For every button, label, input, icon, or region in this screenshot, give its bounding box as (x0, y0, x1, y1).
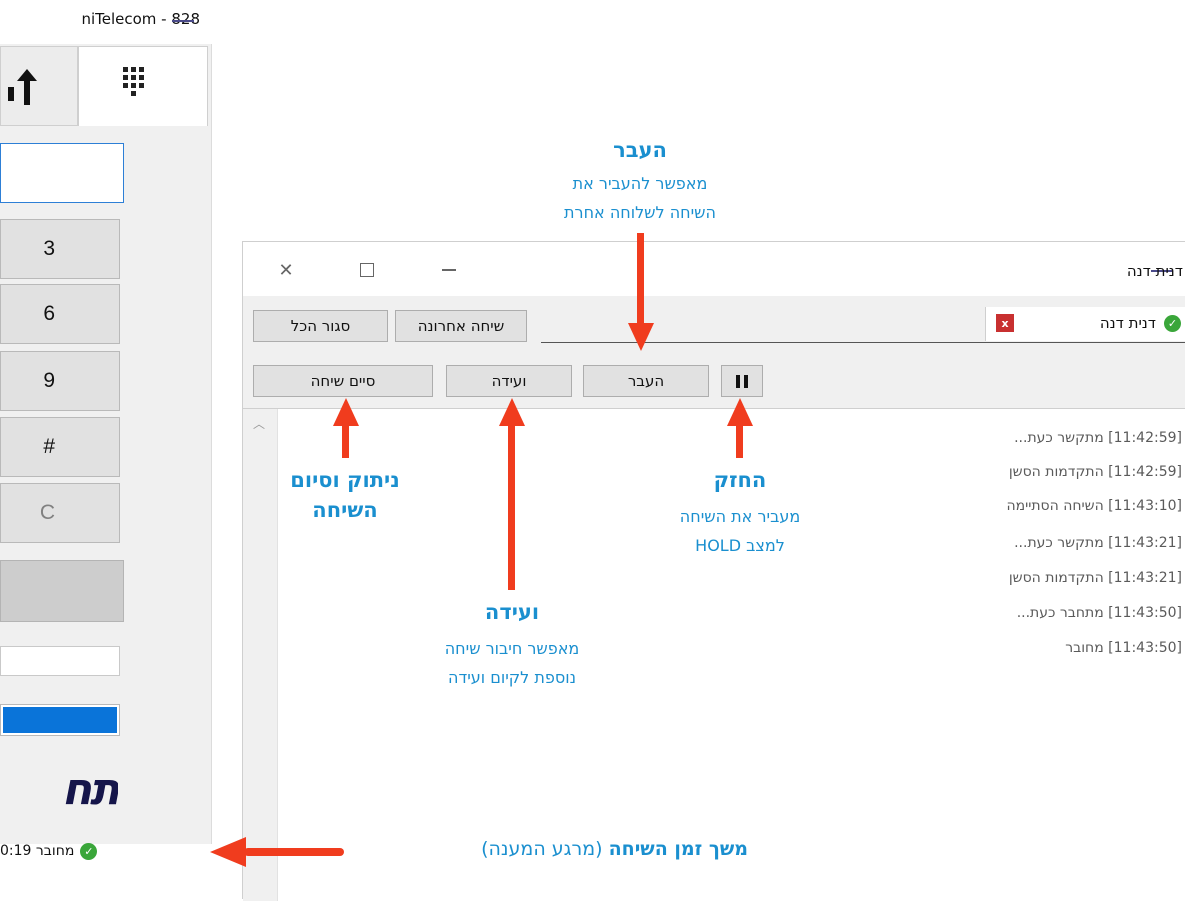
transfer-arrow-head (628, 323, 654, 351)
transfer-arrows-icon (8, 69, 37, 105)
hold-arrow (736, 424, 743, 458)
close-all-button[interactable]: סגור הכל (253, 310, 388, 342)
brand-logo: תח (61, 765, 118, 815)
transfer-note-line1: מאפשר להעביר את (572, 174, 708, 193)
duration-arrow-head (210, 837, 246, 867)
conference-note-title: ועידה (484, 600, 540, 624)
close-icon[interactable]: ✕ (263, 252, 309, 288)
volume-fill (3, 707, 117, 733)
hold-note-line2: למצב HOLD (695, 536, 785, 555)
scroll-up-icon[interactable]: ︿ (253, 415, 265, 432)
softphone-panel: niTelecom - 828 3 6 9 # C תח ✓ מחובר 0:1… (0, 0, 212, 899)
end-call-button[interactable]: סיים שיחה (253, 365, 433, 397)
duration-arrow (244, 848, 344, 856)
hangup-arrow-head (333, 398, 359, 426)
window-title: דנית דנה (1126, 262, 1183, 280)
transfer-arrow (637, 233, 644, 325)
log-entry: [11:43:50] מתחבר כעת... (1016, 605, 1182, 621)
hangup-note-line2: השיחה (312, 498, 378, 522)
secondary-input[interactable] (0, 646, 120, 676)
minimize-icon[interactable] (172, 20, 194, 22)
hold-note-line1: מעביר את השיחה (679, 507, 801, 526)
connection-status: ✓ מחובר 0:19 (0, 837, 205, 865)
caller-tab[interactable]: x דנית דנה ✓ (985, 307, 1185, 341)
conference-note-line2: נוספת לקיום ועידה (448, 668, 576, 687)
pause-icon (722, 366, 762, 396)
hold-arrow-head (727, 398, 753, 426)
minimize-window-icon[interactable] (426, 252, 472, 288)
key-3[interactable]: 3 (0, 219, 120, 279)
conference-arrow-head (499, 398, 525, 426)
duration-note-normal: (מרגע המענה) (481, 838, 603, 860)
log-entry: [11:42:59] התקדמות הסשן (1008, 464, 1182, 480)
volume-bar[interactable] (0, 704, 120, 736)
connection-status-text: מחובר 0:19 (0, 843, 75, 859)
log-entry: [11:43:50] מחובר (1065, 640, 1182, 656)
maximize-icon[interactable] (344, 252, 390, 288)
softphone-title: niTelecom - 828 (81, 10, 200, 28)
duration-note: משך זמן השיחה (מרגע המענה) (348, 838, 748, 860)
tab-keypad[interactable] (78, 46, 208, 126)
call-toolbar: סגור הכל שיחה אחרונה x דנית דנה ✓ סיים ש… (243, 296, 1185, 408)
hangup-arrow (342, 424, 349, 458)
log-entry: [11:42:59] מתקשר כעת... (1014, 430, 1182, 446)
connected-icon: ✓ (80, 842, 98, 860)
caller-name: דנית דנה (1099, 314, 1156, 332)
key-9[interactable]: 9 (0, 351, 120, 411)
last-call-button[interactable]: שיחה אחרונה (395, 310, 527, 342)
key-hash[interactable]: # (0, 417, 120, 477)
tab-transfer[interactable] (0, 46, 78, 126)
key-clear[interactable]: C (0, 483, 120, 543)
transfer-note-title: העבר (613, 138, 667, 162)
duration-note-bold: משך זמן השיחה (608, 838, 748, 860)
conference-button[interactable]: ועידה (446, 365, 572, 397)
hold-note-title: החזק (713, 468, 767, 492)
caller-connected-icon: ✓ (1164, 315, 1181, 332)
close-caller-icon[interactable]: x (996, 314, 1014, 332)
hold-button[interactable] (721, 365, 763, 397)
key-6[interactable]: 6 (0, 284, 120, 344)
conference-arrow (508, 424, 515, 590)
keypad-icon (123, 67, 144, 96)
conference-note-line1: מאפשר חיבור שיחה (444, 639, 580, 658)
call-window: דנית דנה ✕ סגור הכל שיחה אחרונה x דנית ד… (242, 241, 1185, 901)
transfer-button[interactable]: העבר (583, 365, 709, 397)
dial-number-input[interactable] (0, 143, 124, 203)
hangup-note-line1: ניתוק וסיום (290, 468, 400, 492)
transfer-note-line2: השיחה לשלוחה אחרת (564, 203, 716, 222)
log-entry: [11:43:21] התקדמות הסשן (1008, 570, 1182, 586)
call-button[interactable] (0, 560, 124, 622)
